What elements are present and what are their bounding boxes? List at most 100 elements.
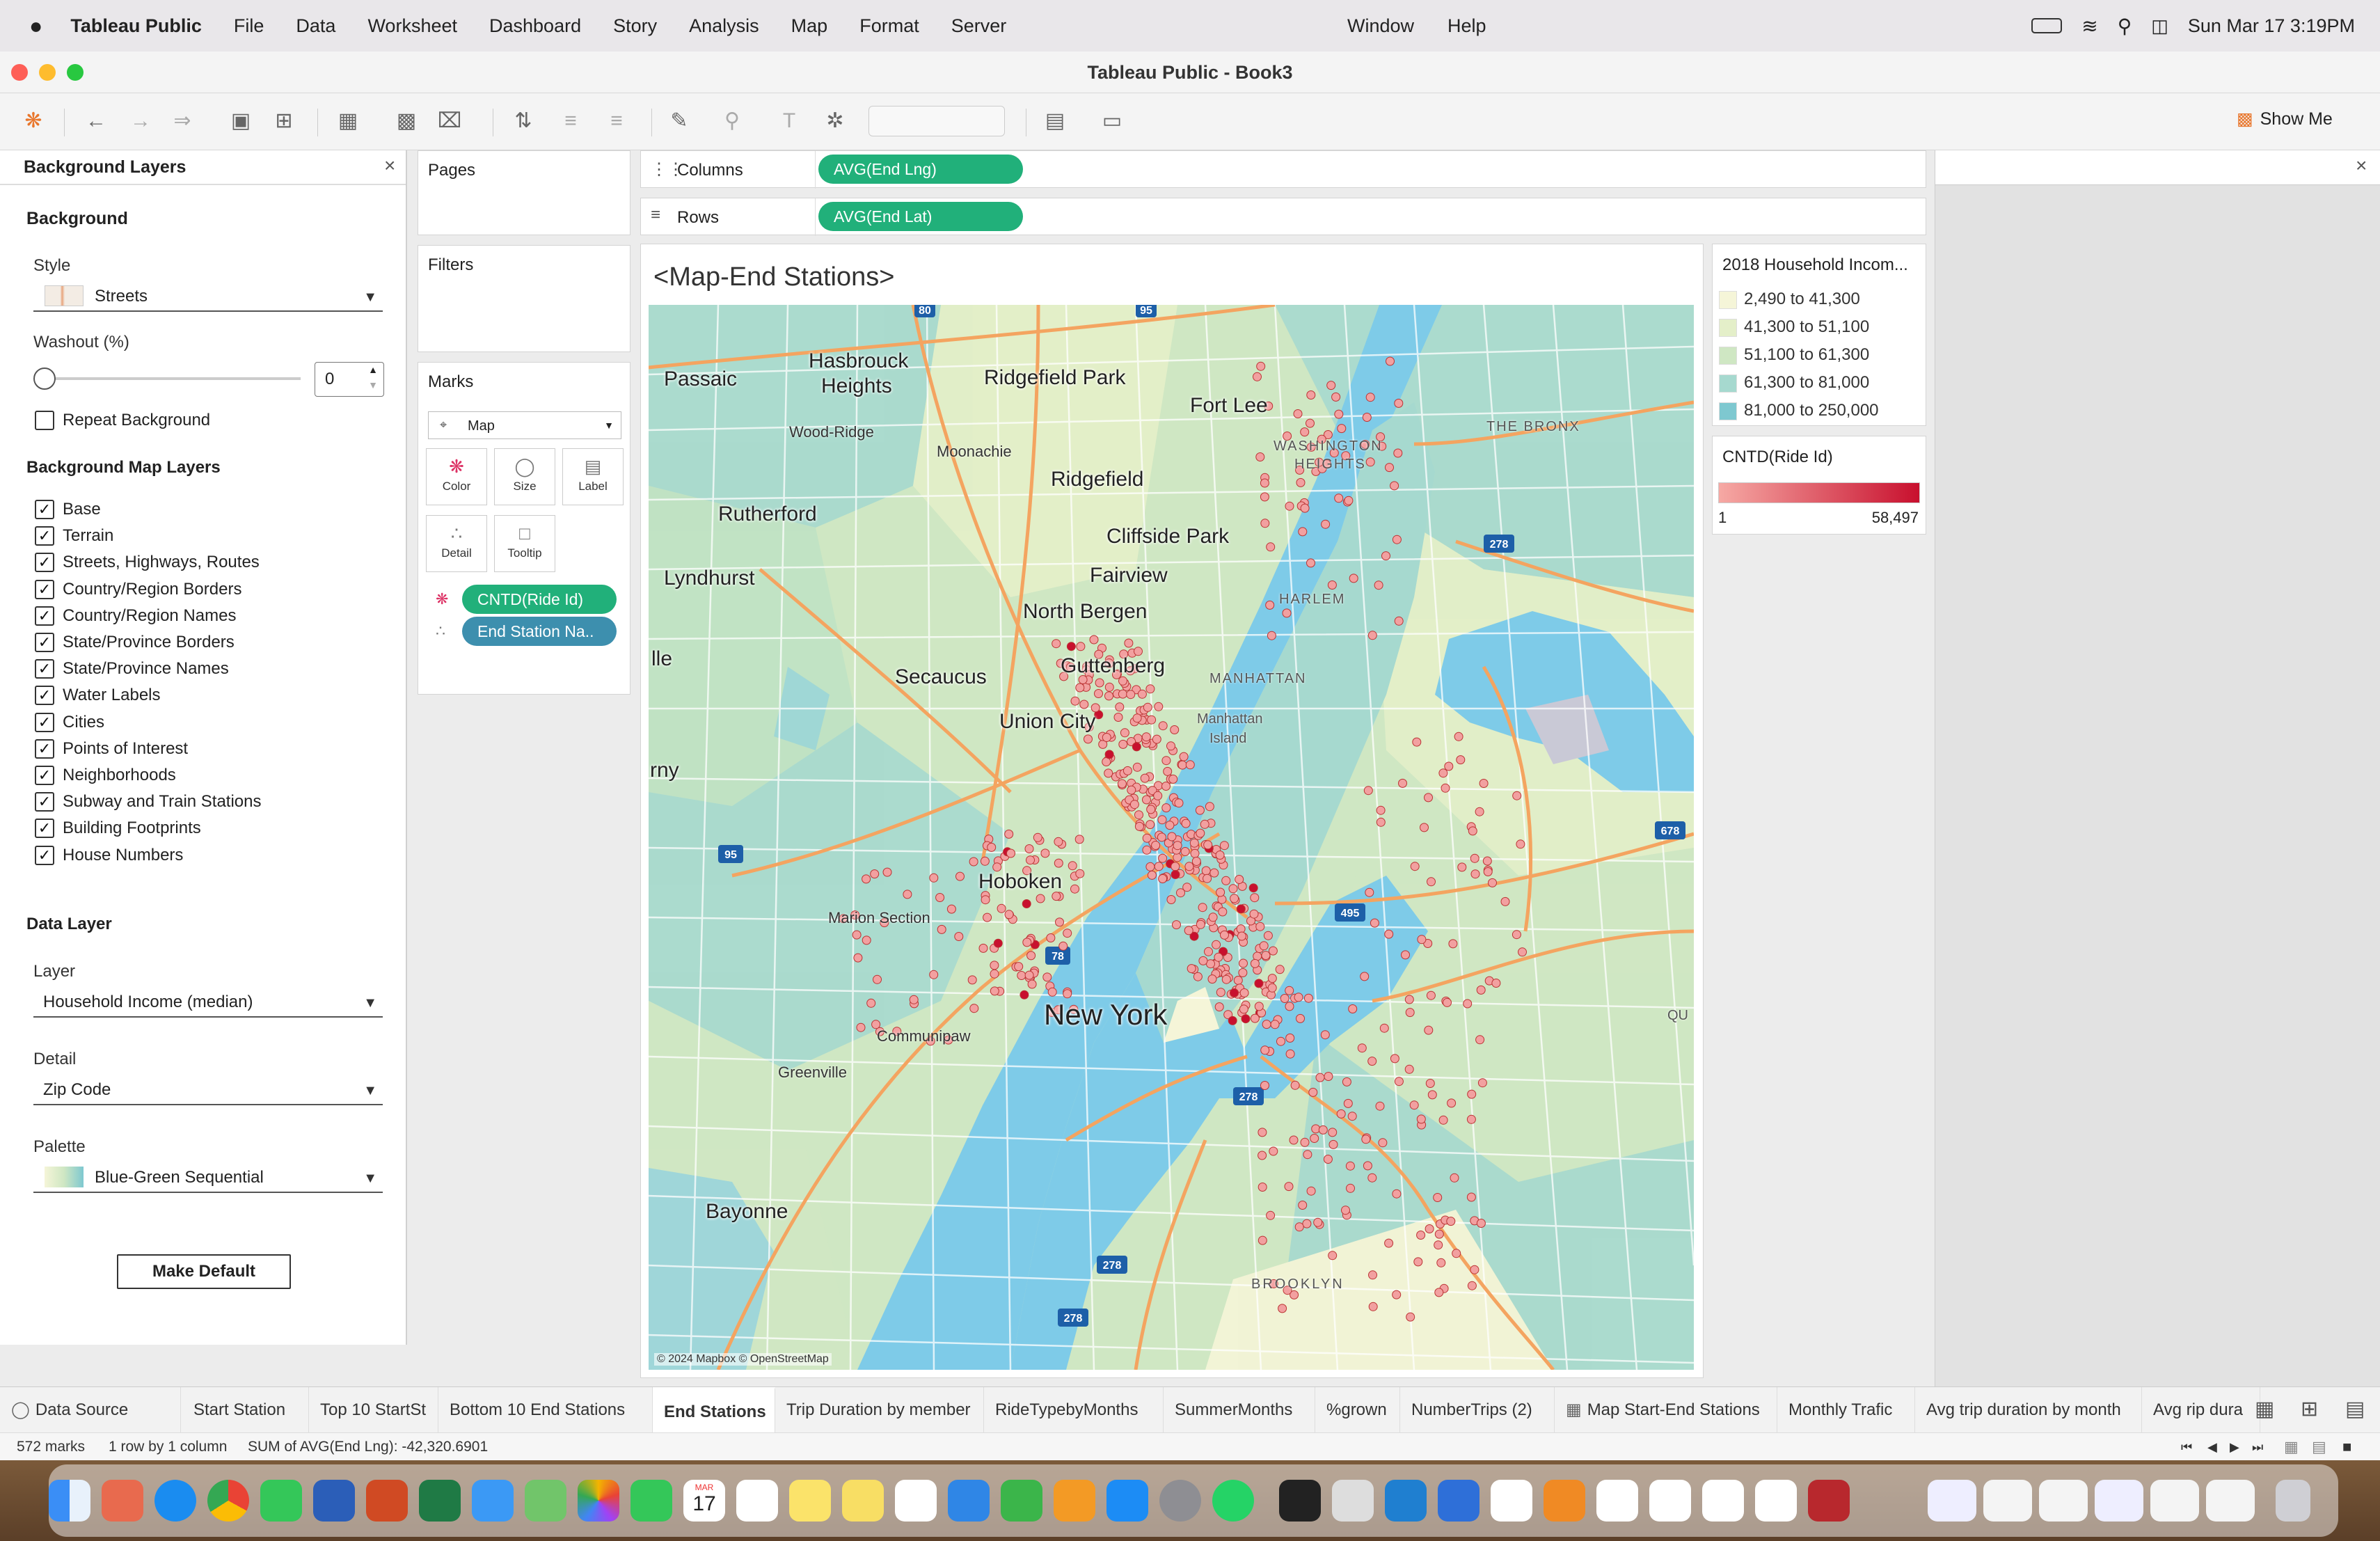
swap-icon[interactable]: ⇅ (508, 106, 539, 136)
washout-slider-handle[interactable] (33, 368, 56, 390)
menu-file[interactable]: File (234, 15, 264, 37)
washout-slider[interactable] (43, 377, 301, 380)
minimized-window-1[interactable] (1928, 1480, 1976, 1522)
color-button[interactable]: ❋ Color (426, 448, 487, 505)
layer-checkbox-country-region-names[interactable]: ✓ (35, 606, 54, 626)
palette-dropdown[interactable]: Blue-Green Sequential ▼ (33, 1164, 383, 1193)
zoom-window-button[interactable] (67, 64, 84, 81)
photos-icon[interactable] (578, 1480, 619, 1522)
mongodb-icon[interactable] (1491, 1480, 1532, 1522)
highlight-icon[interactable]: ✎ (664, 106, 695, 136)
sort-asc-icon[interactable]: ≡ (555, 106, 586, 136)
map-attribution[interactable]: © 2024 Mapbox © OpenStreetMap (654, 1353, 832, 1366)
tab-bottom-10-end-stations[interactable]: Bottom 10 End Stations (438, 1387, 653, 1433)
tableau-icon-1[interactable] (1596, 1480, 1638, 1522)
layer-checkbox-terrain[interactable]: ✓ (35, 526, 54, 546)
tabs-view-icon[interactable]: ■ (2342, 1433, 2351, 1461)
label-button[interactable]: ▤ Label (562, 448, 624, 505)
layer-checkbox-water-labels[interactable]: ✓ (35, 686, 54, 706)
save-icon[interactable]: ▣ (225, 106, 256, 136)
battery-icon[interactable] (2031, 18, 2063, 33)
income-legend-row[interactable]: 81,000 to 250,000 (1719, 401, 1879, 429)
menu-window[interactable]: Window (1347, 15, 1414, 37)
layer-checkbox-subway-and-train-stations[interactable]: ✓ (35, 792, 54, 812)
layer-checkbox-state-province-names[interactable]: ✓ (35, 659, 54, 679)
finder-icon[interactable] (49, 1480, 90, 1522)
labels-icon[interactable]: T (774, 106, 804, 136)
detail-dropdown[interactable]: Zip Code ▼ (33, 1076, 383, 1105)
terminal-icon[interactable] (1279, 1480, 1321, 1522)
menu-help[interactable]: Help (1447, 15, 1486, 37)
clear-sheet-icon[interactable]: ⌧ (434, 106, 465, 136)
tableau-logo-icon[interactable]: ❋ (18, 106, 49, 136)
stickies-icon[interactable] (842, 1480, 884, 1522)
presentation-icon[interactable]: ▭ (1097, 106, 1127, 136)
layer-checkbox-cities[interactable]: ✓ (35, 712, 54, 732)
detail-button[interactable]: ∴ Detail (426, 515, 487, 572)
tab-start-station[interactable]: Start Station (182, 1387, 309, 1433)
sort-desc-icon[interactable]: ≡ (601, 106, 632, 136)
tab-ridetypebymonths[interactable]: RideTypebyMonths (984, 1387, 1164, 1433)
income-legend-row[interactable]: 61,300 to 81,000 (1719, 373, 1869, 401)
chrome-icon[interactable] (207, 1480, 249, 1522)
script-editor-icon[interactable] (1332, 1480, 1374, 1522)
mark-type-dropdown[interactable]: ⌖ Map ▼ (428, 411, 621, 439)
duplicate-sheet-icon[interactable]: ▩ (391, 106, 422, 136)
layer-checkbox-neighborhoods[interactable]: ✓ (35, 766, 54, 785)
menu-server[interactable]: Server (951, 15, 1007, 37)
close-pane-icon[interactable]: × (2356, 155, 2367, 177)
stepper-down-icon[interactable]: ▼ (368, 379, 378, 390)
mail-icon[interactable] (472, 1480, 514, 1522)
tab-top-10-startst[interactable]: Top 10 StartSt (309, 1387, 438, 1433)
columns-pill[interactable]: AVG(End Lng) (818, 155, 1023, 184)
menu-format[interactable]: Format (859, 15, 919, 37)
cntd-ride-id-pill[interactable]: CNTD(Ride Id) (462, 585, 617, 614)
layer-checkbox-points-of-interest[interactable]: ✓ (35, 738, 54, 759)
reminders-icon[interactable] (736, 1480, 778, 1522)
vscode-icon[interactable] (1385, 1480, 1427, 1522)
view-title[interactable]: <Map-End Stations> (653, 262, 894, 292)
tab-map-start-end-stations[interactable]: ▦ Map Start-End Stations (1555, 1387, 1777, 1433)
stepper-up-icon[interactable]: ▲ (368, 364, 378, 375)
books-icon[interactable] (1544, 1480, 1585, 1522)
maps-icon[interactable] (525, 1480, 566, 1522)
xcode-icon[interactable] (1438, 1480, 1479, 1522)
show-cards-icon[interactable]: ▤ (1040, 106, 1070, 136)
minimize-window-button[interactable] (39, 64, 56, 81)
new-datasource-icon[interactable]: ⊞ (269, 106, 299, 136)
fit-dropdown[interactable] (868, 106, 1005, 136)
safari-icon[interactable] (154, 1480, 196, 1522)
style-dropdown[interactable]: Streets ▼ (33, 283, 383, 312)
close-window-button[interactable] (11, 64, 28, 81)
apple-icon[interactable]: ● (29, 13, 42, 39)
last-sheet-icon[interactable]: ⏭ (2252, 1433, 2263, 1461)
launchpad-icon[interactable] (102, 1480, 143, 1522)
new-dashboard-tab-icon[interactable]: ⊞ (2301, 1397, 2318, 1421)
cntd-legend[interactable]: CNTD(Ride Id) 1 58,497 (1712, 436, 1926, 535)
new-story-tab-icon[interactable]: ▤ (2345, 1397, 2365, 1421)
make-default-button[interactable]: Make Default (117, 1254, 291, 1289)
tab-monthly-trafic[interactable]: Monthly Trafic (1777, 1387, 1915, 1433)
replay-icon[interactable]: ⇒ (167, 106, 198, 136)
dictionary-icon[interactable] (1808, 1480, 1850, 1522)
system-settings-icon[interactable] (1159, 1480, 1201, 1522)
next-sheet-icon[interactable]: ▶ (2230, 1433, 2239, 1461)
income-legend-row[interactable]: 2,490 to 41,300 (1719, 290, 1860, 317)
map[interactable]: 80 95 278 95 78 495 678 278 278 278 (649, 305, 1694, 1370)
group-icon[interactable]: ⚲ (717, 106, 747, 136)
washout-stepper[interactable]: 0 ▲ ▼ (315, 362, 384, 397)
tableau-icon-4[interactable] (1755, 1480, 1797, 1522)
menu-dashboard[interactable]: Dashboard (489, 15, 581, 37)
grid-view-icon[interactable]: ▦ (2284, 1433, 2299, 1461)
menu-data[interactable]: Data (296, 15, 335, 37)
tab-summermonths[interactable]: SummerMonths (1164, 1387, 1315, 1433)
app-menu[interactable]: Tableau Public (70, 15, 202, 37)
minimized-window-5[interactable] (2150, 1480, 2199, 1522)
income-legend-row[interactable]: 41,300 to 51,100 (1719, 317, 1869, 345)
layer-checkbox-base[interactable]: ✓ (35, 500, 54, 519)
keynote-icon[interactable] (948, 1480, 990, 1522)
filmstrip-view-icon[interactable]: ▤ (2312, 1433, 2326, 1461)
clock[interactable]: Sun Mar 17 3:19PM (2188, 15, 2355, 37)
freeform-icon[interactable] (895, 1480, 937, 1522)
menu-worksheet[interactable]: Worksheet (367, 15, 457, 37)
